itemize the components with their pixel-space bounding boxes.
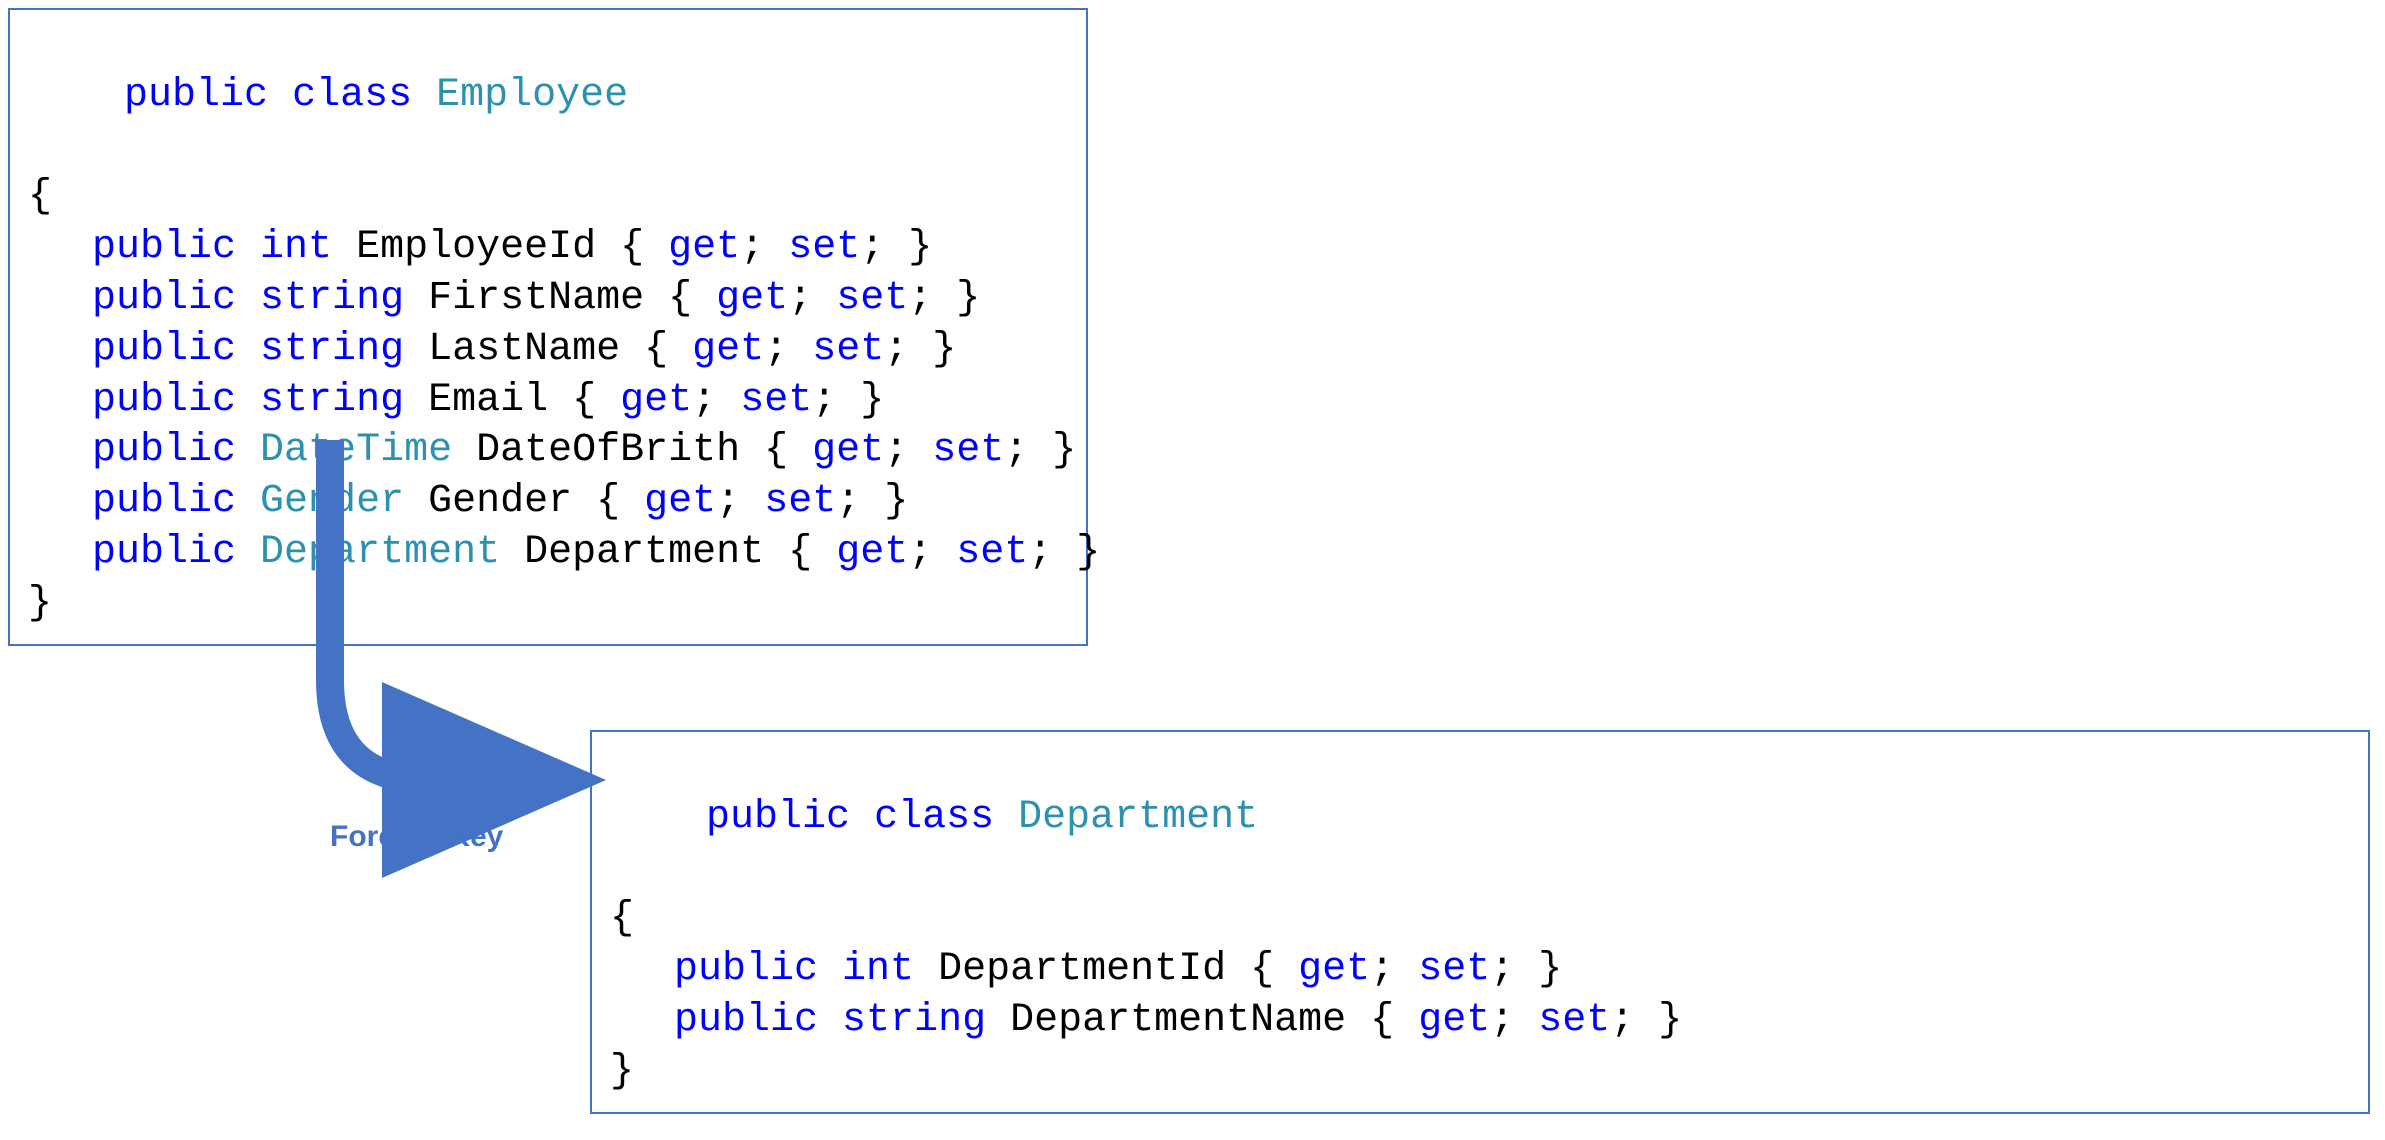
keyword-get: get [1418, 998, 1490, 1043]
open-brace: { [644, 327, 692, 372]
semicolon: ; [692, 378, 740, 423]
semicolon: ; [1490, 947, 1538, 992]
keyword-get: get [812, 428, 884, 473]
property-name: LastName [428, 327, 620, 372]
close-brace: } [610, 1047, 2348, 1098]
keyword-set: set [836, 276, 908, 321]
semicolon: ; [1490, 998, 1538, 1043]
close-brace: } [932, 327, 956, 372]
keyword-public: public [92, 276, 236, 321]
employee-decl-line: public class Employee [28, 20, 1066, 172]
builtin-type: string [260, 327, 404, 372]
semicolon: ; [908, 530, 956, 575]
semicolon: ; [1028, 530, 1076, 575]
semicolon: ; [836, 479, 884, 524]
property-line: public string FirstName { get; set; } [28, 274, 1066, 325]
open-brace: { [28, 172, 1066, 223]
open-brace: { [610, 894, 2348, 945]
keyword-public: public [92, 479, 236, 524]
close-brace: } [1052, 428, 1076, 473]
foreign-key-arrow [270, 430, 590, 800]
keyword-public: public [674, 947, 818, 992]
keyword-get: get [668, 225, 740, 270]
keyword-public: public [124, 73, 268, 118]
keyword-set: set [740, 378, 812, 423]
close-brace: } [956, 276, 980, 321]
keyword-get: get [692, 327, 764, 372]
property-name: Email [428, 378, 548, 423]
property-line: public int EmployeeId { get; set; } [28, 223, 1066, 274]
close-brace: } [860, 378, 884, 423]
open-brace: { [620, 225, 668, 270]
keyword-set: set [764, 479, 836, 524]
department-properties: public int DepartmentId { get; set; }pub… [610, 945, 2348, 1047]
keyword-get: get [716, 276, 788, 321]
keyword-set: set [1418, 947, 1490, 992]
builtin-type: string [260, 378, 404, 423]
keyword-public: public [92, 530, 236, 575]
property-name: EmployeeId [356, 225, 596, 270]
builtin-type: string [842, 998, 986, 1043]
keyword-get: get [1298, 947, 1370, 992]
open-brace: { [1250, 947, 1298, 992]
keyword-get: get [836, 530, 908, 575]
class-name-employee: Employee [436, 73, 628, 118]
semicolon: ; [884, 428, 932, 473]
semicolon: ; [1004, 428, 1052, 473]
keyword-set: set [1538, 998, 1610, 1043]
keyword-public: public [92, 378, 236, 423]
semicolon: ; [812, 378, 860, 423]
semicolon: ; [1610, 998, 1658, 1043]
semicolon: ; [908, 276, 956, 321]
keyword-set: set [932, 428, 1004, 473]
property-line: public string LastName { get; set; } [28, 325, 1066, 376]
property-name: DepartmentId [938, 947, 1226, 992]
close-brace: } [1538, 947, 1562, 992]
keyword-public: public [706, 795, 850, 840]
keyword-public: public [92, 428, 236, 473]
semicolon: ; [740, 225, 788, 270]
property-line: public int DepartmentId { get; set; } [610, 945, 2348, 996]
property-name: DepartmentName [1010, 998, 1346, 1043]
department-decl-line: public class Department [610, 742, 2348, 894]
close-brace: } [1076, 530, 1100, 575]
builtin-type: int [842, 947, 914, 992]
property-line: public string Email { get; set; } [28, 376, 1066, 427]
property-line: public string DepartmentName { get; set;… [610, 996, 2348, 1047]
open-brace: { [764, 428, 812, 473]
semicolon: ; [860, 225, 908, 270]
open-brace: { [1370, 998, 1418, 1043]
close-brace: } [884, 479, 908, 524]
keyword-class: class [292, 73, 412, 118]
keyword-public: public [674, 998, 818, 1043]
keyword-set: set [788, 225, 860, 270]
class-name-department: Department [1018, 795, 1258, 840]
semicolon: ; [788, 276, 836, 321]
semicolon: ; [764, 327, 812, 372]
keyword-set: set [956, 530, 1028, 575]
semicolon: ; [884, 327, 932, 372]
keyword-public: public [92, 327, 236, 372]
builtin-type: int [260, 225, 332, 270]
open-brace: { [572, 378, 620, 423]
close-brace: } [908, 225, 932, 270]
close-brace: } [1658, 998, 1682, 1043]
open-brace: { [788, 530, 836, 575]
foreign-key-label: Foreign Key [330, 820, 503, 854]
keyword-set: set [812, 327, 884, 372]
open-brace: { [668, 276, 716, 321]
keyword-get: get [644, 479, 716, 524]
semicolon: ; [1370, 947, 1418, 992]
property-name: FirstName [428, 276, 644, 321]
keyword-public: public [92, 225, 236, 270]
open-brace: { [596, 479, 644, 524]
keyword-class: class [874, 795, 994, 840]
semicolon: ; [716, 479, 764, 524]
department-class-box: public class Department { public int Dep… [590, 730, 2370, 1114]
builtin-type: string [260, 276, 404, 321]
keyword-get: get [620, 378, 692, 423]
